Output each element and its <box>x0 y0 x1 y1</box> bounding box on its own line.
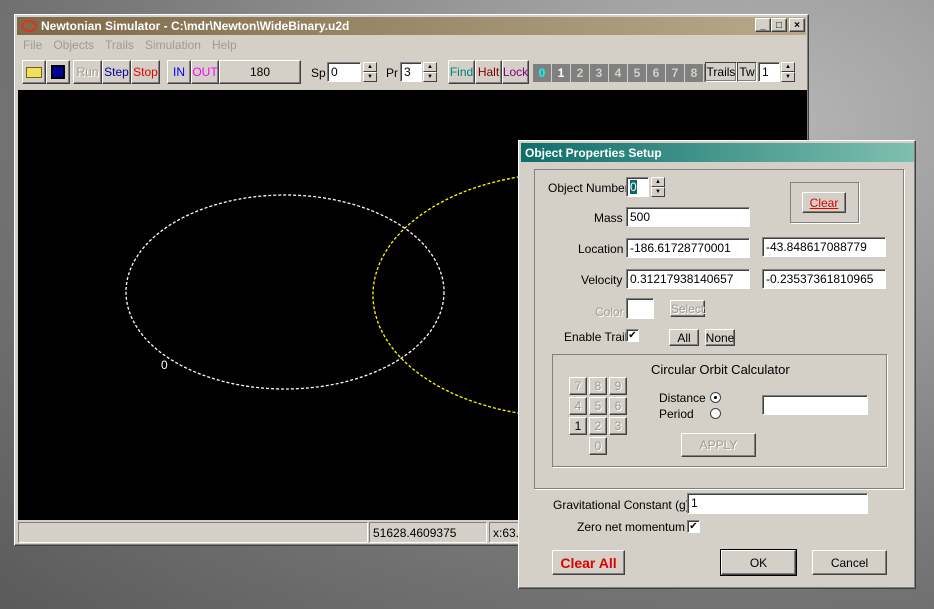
stop-button[interactable]: Stop <box>131 60 160 84</box>
zero-momentum-checkbox[interactable]: ✔ <box>687 520 700 533</box>
object-number-label: Object Number <box>548 181 629 195</box>
distance-label: Distance <box>659 391 706 405</box>
step-button[interactable]: Step <box>102 60 131 84</box>
close-button[interactable]: × <box>789 18 805 32</box>
object-number-input[interactable]: 0 <box>626 177 649 197</box>
ok-button[interactable]: OK <box>720 549 797 576</box>
zero-momentum-label: Zero net momentum <box>577 520 686 534</box>
period-radio[interactable] <box>710 408 721 419</box>
keypad-4-button[interactable]: 4 <box>569 397 587 415</box>
keypad-6-button[interactable]: 6 <box>609 397 627 415</box>
sp-input[interactable]: 0 <box>327 62 361 82</box>
object-button-2[interactable]: 2 <box>571 64 589 82</box>
mass-label: Mass <box>594 211 623 225</box>
app-icon <box>21 20 37 32</box>
enable-trail-label: Enable Trail <box>564 330 628 344</box>
zoom-out-button[interactable]: OUT <box>191 60 219 84</box>
select-color-button[interactable]: Select <box>670 300 705 317</box>
distance-radio[interactable] <box>710 392 721 403</box>
mass-input[interactable]: 500 <box>626 207 750 227</box>
floppy-icon <box>51 65 65 79</box>
keypad-7-button[interactable]: 7 <box>569 377 587 395</box>
status-pane-1 <box>18 522 368 543</box>
tw-spinner[interactable]: ▲ ▼ <box>781 62 795 82</box>
menu-objects[interactable]: Objects <box>53 38 94 52</box>
clear-all-button[interactable]: Clear All <box>552 550 625 575</box>
menu-trails[interactable]: Trails <box>105 38 134 52</box>
zoom-value-button[interactable]: 180 <box>219 60 301 84</box>
trails-button[interactable]: Trails <box>705 62 737 82</box>
dialog-title-bar[interactable]: Object Properties Setup <box>521 143 914 162</box>
minimize-button[interactable]: _ <box>755 18 771 32</box>
velocity-y-input[interactable]: -0.23537361810965 <box>762 269 886 289</box>
object-button-4[interactable]: 4 <box>609 64 627 82</box>
save-button[interactable] <box>46 60 70 84</box>
keypad-3-button[interactable]: 3 <box>609 417 627 435</box>
color-swatch[interactable] <box>626 298 654 319</box>
status-pane-value: 51628.4609375 <box>369 522 487 543</box>
location-y-input[interactable]: -43.848617088779 <box>762 237 886 257</box>
folder-icon <box>26 66 42 78</box>
menu-help[interactable]: Help <box>212 38 237 52</box>
orbit-trail-0 <box>125 194 445 390</box>
zoom-in-button[interactable]: IN <box>167 60 191 84</box>
object-button-8[interactable]: 8 <box>685 64 703 82</box>
location-x-input[interactable]: -186.61728770001 <box>626 238 750 258</box>
menu-simulation[interactable]: Simulation <box>145 38 201 52</box>
open-button[interactable] <box>22 60 46 84</box>
main-title-bar[interactable]: Newtonian Simulator - C:\mdr\Newton\Wide… <box>17 17 806 35</box>
pr-input[interactable]: 3 <box>400 62 422 82</box>
keypad-1-button[interactable]: 1 <box>569 417 587 435</box>
object-properties-dialog: Object Properties Setup Object Number 0 … <box>518 140 916 589</box>
tw-input[interactable]: 1 <box>758 62 780 82</box>
trail-all-button[interactable]: All <box>669 329 699 346</box>
object-button-0[interactable]: 0 <box>533 64 551 82</box>
cancel-button[interactable]: Cancel <box>812 550 887 575</box>
keypad-2-button[interactable]: 2 <box>589 417 607 435</box>
color-label: Color <box>595 305 624 319</box>
object-button-5[interactable]: 5 <box>628 64 646 82</box>
calculator-value-input[interactable] <box>762 395 868 415</box>
keypad-0-button[interactable]: 0 <box>589 437 607 455</box>
window-title: Newtonian Simulator - C:\mdr\Newton\Wide… <box>41 19 350 33</box>
grav-constant-label: Gravitational Constant (g) <box>553 498 690 512</box>
period-label: Period <box>659 407 694 421</box>
apply-button[interactable]: APPLY <box>681 433 756 457</box>
tw-button[interactable]: Tw <box>737 62 757 82</box>
maximize-button[interactable]: □ <box>771 18 787 32</box>
location-label: Location <box>578 242 624 256</box>
run-button[interactable]: Run <box>73 60 102 84</box>
keypad-5-button[interactable]: 5 <box>589 397 607 415</box>
pr-label: Pr <box>386 66 398 80</box>
menu-file[interactable]: File <box>23 38 42 52</box>
object-number-spinner[interactable]: ▲ ▼ <box>651 177 665 197</box>
calculator-title: Circular Orbit Calculator <box>651 362 790 377</box>
keypad-8-button[interactable]: 8 <box>589 377 607 395</box>
grav-constant-input[interactable]: 1 <box>687 493 868 514</box>
pr-spinner[interactable]: ▲ ▼ <box>423 62 437 82</box>
object-label-0: 0 <box>161 358 168 372</box>
object-button-1[interactable]: 1 <box>552 64 570 82</box>
object-button-7[interactable]: 7 <box>666 64 684 82</box>
menu-bar: File Objects Trails Simulation Help <box>23 38 237 52</box>
sp-spinner[interactable]: ▲ ▼ <box>363 62 377 82</box>
object-button-6[interactable]: 6 <box>647 64 665 82</box>
clear-button[interactable]: Clear <box>802 192 846 213</box>
lock-button[interactable]: Lock <box>502 60 529 84</box>
sp-label: Sp <box>311 66 326 80</box>
velocity-x-input[interactable]: 0.31217938140657 <box>626 269 750 289</box>
keypad-9-button[interactable]: 9 <box>609 377 627 395</box>
object-button-3[interactable]: 3 <box>590 64 608 82</box>
halt-button[interactable]: Halt <box>475 60 502 84</box>
find-button[interactable]: Find <box>448 60 475 84</box>
trail-none-button[interactable]: None <box>705 329 735 346</box>
velocity-label: Velocity <box>581 273 623 287</box>
enable-trail-checkbox[interactable]: ✔ <box>626 329 639 342</box>
